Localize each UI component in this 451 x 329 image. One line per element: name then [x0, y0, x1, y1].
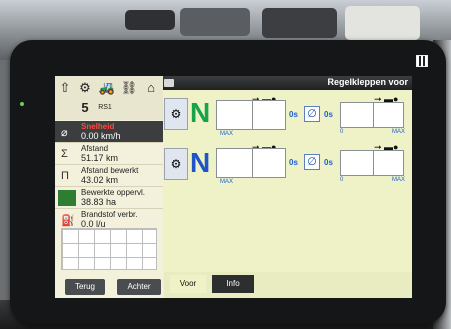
zero-label: 0: [340, 129, 344, 135]
speedometer-icon: ⌀: [61, 127, 68, 139]
stat-value: 0.00 km/h: [81, 131, 121, 141]
time-value: 0s: [324, 158, 333, 167]
max-label: MAX: [220, 179, 234, 185]
valve-row-1: ⚙ N ➞ ▬● MAX 0s ∅ 0s ➞ ▬● 0 MAX: [164, 94, 412, 137]
flow-bar[interactable]: [216, 100, 286, 130]
background-car: [345, 6, 420, 40]
tab-bar: Voor Info: [164, 272, 412, 298]
left-panel: ⇧ ⚙ 🚜 ⛓ ⌂ 5 RS1 ⌀ Snelheid 0.00 km/h Σ A…: [55, 76, 163, 298]
background-car: [262, 8, 337, 38]
sigma-icon: Σ: [61, 148, 68, 160]
gear-icon[interactable]: ⚙: [75, 78, 95, 98]
icon-toolbar: ⇧ ⚙ 🚜 ⛓ ⌂ 5 RS1: [55, 76, 163, 120]
bar-divider: [373, 151, 374, 175]
status-led: [20, 102, 24, 106]
off-icon[interactable]: ∅: [304, 154, 320, 170]
time-value: 0s: [289, 110, 298, 119]
tractor-icon[interactable]: 🚜: [97, 78, 117, 98]
bracket-icon: Π: [61, 170, 69, 182]
flow-bar-right[interactable]: [340, 150, 404, 176]
max-label: MAX: [220, 131, 234, 137]
valve-icon[interactable]: ⚙: [164, 98, 188, 130]
time-value: 0s: [324, 110, 333, 119]
mode-letter[interactable]: N: [190, 147, 210, 179]
stat-value: 51.17 km: [81, 153, 119, 163]
stat-label: Afstand bewerkt: [81, 166, 139, 175]
bar-divider: [252, 149, 253, 177]
stat-label: Bewerkte oppervl.: [81, 188, 146, 197]
tab-voor[interactable]: Voor: [170, 275, 206, 293]
stat-label: Snelheid: [81, 122, 115, 131]
rs1-badge: RS1: [98, 104, 112, 111]
stat-label: Afstand: [81, 144, 109, 153]
stat-speed[interactable]: ⌀ Snelheid 0.00 km/h: [55, 121, 163, 143]
implement-icon[interactable]: ⌂: [141, 78, 161, 98]
tab-info[interactable]: Info: [212, 275, 254, 293]
field-icon: [58, 190, 76, 206]
stat-area-worked[interactable]: Bewerkte oppervl. 38.83 ha: [55, 187, 163, 209]
mode-letter[interactable]: N: [190, 97, 210, 129]
counter-value: 5: [81, 100, 89, 115]
valve-row-2: ⚙ N ➞ ▬● MAX 0s ∅ 0s ➞ ▬● 0 MAX: [164, 142, 412, 185]
max-label: MAX: [392, 177, 406, 183]
page-title: Regelkleppen voor: [327, 77, 408, 87]
menu-icon[interactable]: [164, 79, 174, 87]
stat-distance-worked[interactable]: Π Afstand bewerkt 43.02 km: [55, 165, 163, 187]
terminal-screen: Regelkleppen voor ⇧ ⚙ 🚜 ⛓ ⌂ 5 RS1 ⌀ Snel…: [55, 76, 412, 298]
valve-icon[interactable]: ⚙: [164, 148, 188, 180]
bar-divider: [252, 101, 253, 129]
stat-distance[interactable]: Σ Afstand 51.17 km: [55, 143, 163, 165]
rear-button[interactable]: Achter: [117, 279, 161, 295]
stat-value: 38.83 ha: [81, 197, 117, 207]
back-button[interactable]: Terug: [65, 279, 105, 295]
flow-bar-right[interactable]: [340, 102, 404, 128]
background-car: [125, 10, 175, 30]
max-label: MAX: [392, 129, 406, 135]
bar-divider: [373, 103, 374, 127]
flow-bar[interactable]: [216, 148, 286, 178]
off-icon[interactable]: ∅: [304, 106, 320, 122]
grid-arrow-icon[interactable]: ⇧: [55, 78, 75, 98]
stat-value: 43.02 km: [81, 175, 119, 185]
background-car: [180, 8, 250, 36]
stat-label: Brandstof verbr.: [81, 210, 138, 219]
time-value: 0s: [289, 158, 298, 167]
fuel-icon: ⛽: [61, 215, 75, 227]
link-icon[interactable]: ⛓: [119, 78, 139, 98]
qr-code: [416, 55, 428, 67]
zero-label: 0: [340, 177, 344, 183]
empty-grid: [61, 228, 157, 270]
